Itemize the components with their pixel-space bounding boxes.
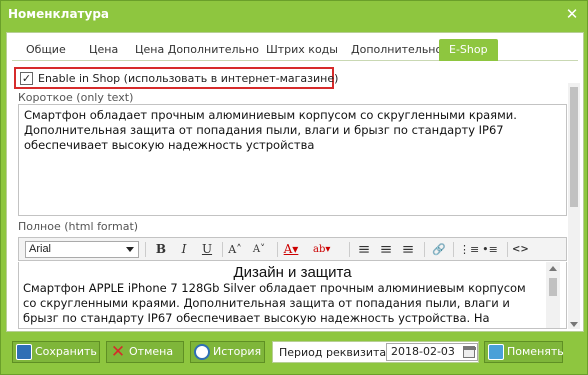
cancel-button-label: Отмена [129, 345, 174, 358]
align-left-icon[interactable]: ≡ [356, 241, 372, 258]
toolbar-divider [424, 242, 425, 257]
italic-button[interactable]: I [176, 241, 192, 258]
cancel-x-icon: ✕ [110, 342, 126, 362]
ordered-list-icon[interactable]: ⋮≡ [459, 241, 479, 258]
toolbar-divider [507, 242, 508, 257]
tab-general[interactable]: Общие [20, 39, 72, 61]
history-button-label: История [213, 345, 262, 358]
history-button[interactable]: История [190, 341, 265, 363]
save-button[interactable]: Сохранить [12, 341, 100, 363]
short-description-label: Короткое (only text) [18, 91, 134, 104]
enable-in-shop-checkbox[interactable]: ✓ [20, 72, 33, 85]
tab-price[interactable]: Цена [83, 39, 124, 61]
refresh-icon [488, 344, 504, 360]
toolbar-divider [349, 242, 350, 257]
short-description-textarea[interactable]: Смартфон обладает прочным алюминиевым ко… [18, 104, 567, 216]
tab-panel: Общие Цена Цена Дополнительно Штрих коды… [6, 32, 584, 332]
tab-price-additional[interactable]: Цена Дополнительно [129, 39, 265, 61]
clock-icon [194, 344, 210, 360]
scroll-up-icon[interactable] [549, 266, 557, 271]
save-button-label: Сохранить [35, 345, 97, 358]
font-size-decrease-button[interactable]: A˅ [251, 241, 267, 258]
full-description-body: Смартфон APPLE iPhone 7 128Gb Silver обл… [23, 281, 526, 328]
underline-button[interactable]: U [199, 241, 215, 258]
link-icon[interactable]: 🔗 [431, 241, 447, 258]
scroll-down-icon[interactable] [570, 322, 578, 327]
window-title: Номенклатура [8, 7, 110, 21]
floppy-disk-icon [16, 344, 32, 360]
tab-additional[interactable]: Дополнительно [345, 39, 448, 61]
align-right-icon[interactable]: ≡ [400, 241, 416, 258]
toolbar-divider [145, 242, 146, 257]
enable-in-shop-row: ✓ Enable in Shop (использовать в интерне… [14, 67, 338, 89]
nomenclature-dialog: Номенклатура ✕ Общие Цена Цена Дополните… [0, 0, 588, 375]
tab-barcodes[interactable]: Штрих коды [260, 39, 344, 61]
period-box: Период реквизита: 2018-02-03 [272, 341, 479, 363]
text-color-button[interactable]: A▾ [283, 241, 299, 258]
tab-eshop[interactable]: E-Shop [439, 39, 498, 61]
period-date-input[interactable]: 2018-02-03 [386, 343, 478, 361]
cancel-button[interactable]: ✕ Отмена [106, 341, 184, 363]
font-family-select[interactable]: Arial [25, 241, 139, 258]
dialog-footer: Сохранить ✕ Отмена История Период реквиз… [6, 338, 584, 366]
full-description-editor[interactable]: Дизайн и защита Смартфон APPLE iPhone 7 … [18, 262, 567, 329]
toolbar-divider [277, 242, 278, 257]
tab-bar: Общие Цена Цена Дополнительно Штрих коды… [12, 37, 578, 61]
panel-scrollbar[interactable] [568, 83, 580, 329]
font-size-increase-button[interactable]: A˄ [227, 241, 243, 258]
toolbar-divider [453, 242, 454, 257]
change-button[interactable]: Поменять [484, 341, 564, 363]
editor-toolbar: Arial B I U A˄ A˅ A▾ ab▾ ≡ ≡ ≡ 🔗 ⋮≡ •≡ <… [18, 237, 567, 261]
title-bar[interactable]: Номенклатура ✕ [1, 1, 587, 29]
chevron-down-icon [126, 247, 134, 252]
source-code-icon[interactable]: <> [512, 241, 529, 258]
period-date-value: 2018-02-03 [391, 345, 455, 358]
unordered-list-icon[interactable]: •≡ [482, 241, 498, 258]
highlight-color-button[interactable]: ab▾ [313, 241, 330, 258]
full-description-label: Полное (html format) [18, 220, 139, 233]
scroll-thumb[interactable] [549, 278, 557, 296]
bold-button[interactable]: B [153, 241, 169, 258]
editor-scrollbar[interactable] [546, 262, 560, 328]
close-icon[interactable]: ✕ [563, 5, 581, 23]
font-family-value: Arial [29, 243, 52, 255]
scroll-thumb[interactable] [570, 87, 578, 207]
toolbar-divider [222, 242, 223, 257]
enable-in-shop-label[interactable]: Enable in Shop (использовать в интернет-… [38, 72, 338, 85]
calendar-icon[interactable] [463, 346, 476, 358]
align-center-icon[interactable]: ≡ [378, 241, 394, 258]
full-description-heading: Дизайн и защита [233, 264, 352, 281]
change-button-label: Поменять [507, 345, 564, 358]
period-label: Период реквизита: [279, 346, 390, 359]
